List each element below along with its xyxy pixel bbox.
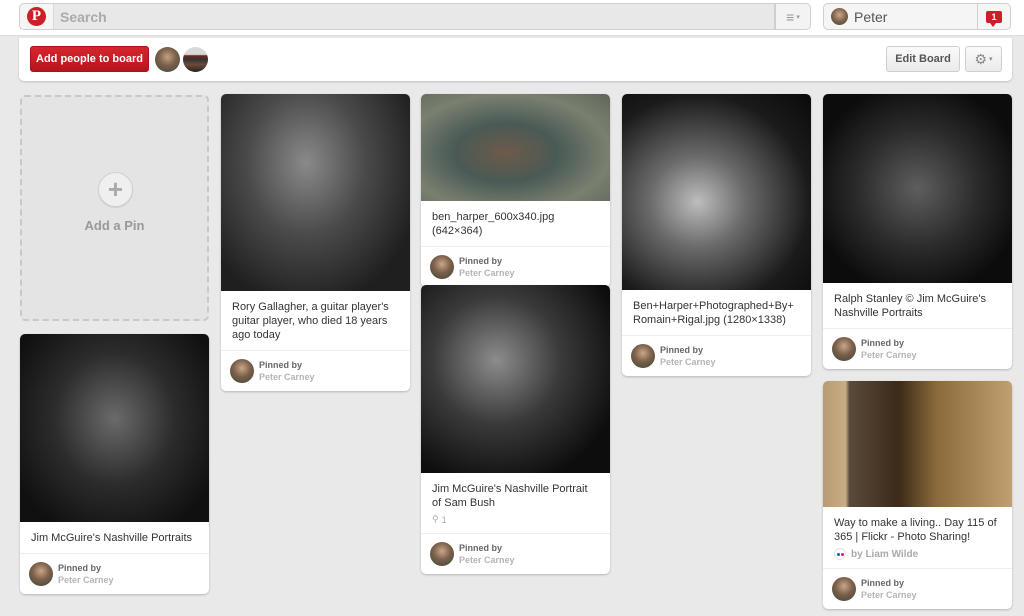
- pinner-name[interactable]: Peter Carney: [861, 349, 917, 361]
- board-toolbar: Add people to board Edit Board ⚙ ▾: [19, 38, 1012, 81]
- chevron-down-icon: ▾: [989, 56, 993, 63]
- pinner-name[interactable]: Peter Carney: [259, 371, 315, 383]
- pinned-by-label: Pinned by: [459, 256, 503, 266]
- pin-card[interactable]: Ralph Stanley © Jim McGuire's Nashville …: [823, 94, 1012, 369]
- pinner-avatar[interactable]: [230, 359, 254, 383]
- pinner-avatar[interactable]: [430, 255, 454, 279]
- plus-icon: +: [98, 172, 133, 207]
- flickr-icon: [834, 548, 846, 560]
- pin-card[interactable]: Jim McGuire's Nashville Portrait of Sam …: [421, 285, 610, 574]
- pin-description: ben_harper_600x340.jpg (642×364): [432, 211, 555, 237]
- repin-count-value: 1: [441, 514, 447, 525]
- pinned-by-label: Pinned by: [660, 345, 704, 355]
- pinner-name[interactable]: Peter Carney: [58, 574, 114, 586]
- hamburger-menu-icon: ≡: [786, 8, 795, 25]
- edit-board-button[interactable]: Edit Board: [886, 46, 960, 72]
- pinner-name[interactable]: Peter Carney: [459, 267, 515, 279]
- collaborator-avatar[interactable]: [183, 47, 208, 72]
- pinned-by: Pinned by Peter Carney: [823, 568, 1012, 609]
- pinner-name[interactable]: Peter Carney: [861, 589, 917, 601]
- pinner-name[interactable]: Peter Carney: [459, 554, 515, 566]
- pin-description: Jim McGuire's Nashville Portraits: [31, 532, 193, 544]
- pinner-avatar[interactable]: [832, 337, 856, 361]
- pin-source: by Liam Wilde: [823, 548, 1012, 568]
- pinned-by: Pinned by Peter Carney: [421, 246, 610, 287]
- pinned-by-label: Pinned by: [861, 338, 905, 348]
- pinner-avatar[interactable]: [631, 344, 655, 368]
- pin-description: Rory Gallagher, a guitar player's guitar…: [232, 301, 389, 341]
- pinner-avatar[interactable]: [29, 562, 53, 586]
- user-avatar: [831, 8, 848, 25]
- notification-badge: 1: [986, 10, 1002, 27]
- pinner-avatar[interactable]: [832, 577, 856, 601]
- pinterest-logo-button[interactable]: P: [19, 3, 53, 30]
- pin-image[interactable]: [421, 285, 610, 473]
- pin-card[interactable]: Ben+Harper+Photographed+By+Romain+Rigal.…: [622, 94, 811, 376]
- pinned-by: Pinned by Peter Carney: [221, 350, 410, 391]
- search-field[interactable]: [53, 3, 775, 30]
- pin-source-label[interactable]: by Liam Wilde: [851, 549, 918, 560]
- pin-description: Ben+Harper+Photographed+By+Romain+Rigal.…: [633, 300, 794, 326]
- gear-icon: ⚙: [974, 50, 988, 67]
- pin-card[interactable]: ben_harper_600x340.jpg (642×364) Pinned …: [421, 94, 610, 287]
- board-settings-button[interactable]: ⚙ ▾: [965, 46, 1002, 72]
- add-pin-placeholder[interactable]: + Add a Pin: [20, 95, 209, 321]
- pinner-name[interactable]: Peter Carney: [660, 356, 716, 368]
- pin-image[interactable]: [421, 94, 610, 201]
- pinterest-logo-icon: P: [27, 7, 46, 26]
- pin-description: Jim McGuire's Nashville Portrait of Sam …: [432, 483, 588, 509]
- search-input[interactable]: [54, 4, 774, 29]
- pin-image[interactable]: [20, 334, 209, 522]
- pinned-by-label: Pinned by: [58, 563, 102, 573]
- chevron-down-icon: ▾: [796, 13, 800, 21]
- menu-button[interactable]: ≡ ▾: [775, 3, 811, 30]
- add-people-to-board-button[interactable]: Add people to board: [30, 46, 149, 72]
- pinned-by: Pinned by Peter Carney: [823, 328, 1012, 369]
- top-nav-bar: P ≡ ▾ Peter 1: [0, 0, 1024, 36]
- repin-icon: ⚲: [432, 514, 439, 524]
- pin-image[interactable]: [221, 94, 410, 291]
- pin-card[interactable]: Rory Gallagher, a guitar player's guitar…: [221, 94, 410, 391]
- add-pin-label: Add a Pin: [84, 218, 145, 233]
- pin-image[interactable]: [823, 381, 1012, 507]
- user-profile-button[interactable]: Peter: [823, 3, 978, 30]
- pin-card[interactable]: Jim McGuire's Nashville Portraits Pinned…: [20, 334, 209, 594]
- notifications-button[interactable]: 1: [977, 3, 1011, 30]
- user-name: Peter: [854, 8, 888, 25]
- pinned-by-label: Pinned by: [259, 360, 303, 370]
- pinned-by-label: Pinned by: [861, 578, 905, 588]
- pin-description: Ralph Stanley © Jim McGuire's Nashville …: [834, 293, 987, 319]
- pinned-by: Pinned by Peter Carney: [421, 533, 610, 574]
- pin-description: Way to make a living.. Day 115 of 365 | …: [834, 517, 997, 543]
- pin-image[interactable]: [622, 94, 811, 290]
- repin-count: ⚲ 1: [421, 514, 610, 533]
- pin-image[interactable]: [823, 94, 1012, 283]
- pinned-by-label: Pinned by: [459, 543, 503, 553]
- pin-card[interactable]: Way to make a living.. Day 115 of 365 | …: [823, 381, 1012, 609]
- pinner-avatar[interactable]: [430, 542, 454, 566]
- collaborator-avatar[interactable]: [155, 47, 180, 72]
- pinned-by: Pinned by Peter Carney: [20, 553, 209, 594]
- pinned-by: Pinned by Peter Carney: [622, 335, 811, 376]
